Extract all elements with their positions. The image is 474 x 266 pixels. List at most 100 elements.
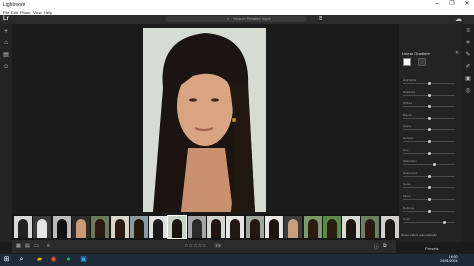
- thumbnail-subject: [76, 219, 86, 238]
- detail-view-icon[interactable]: ▭: [34, 243, 39, 249]
- crop-icon[interactable]: ⌗: [465, 40, 471, 46]
- linear-gradient-icon[interactable]: ▣: [465, 76, 471, 82]
- home-icon[interactable]: ⌂: [3, 40, 9, 46]
- thumbnail-subject: [153, 219, 163, 238]
- filmstrip-thumbnail[interactable]: [342, 216, 360, 238]
- compare-icon[interactable]: ⧉: [383, 243, 387, 249]
- thumbnail-subject: [115, 219, 125, 238]
- people-icon[interactable]: ☺: [3, 64, 9, 70]
- slider-knob[interactable]: [427, 210, 431, 213]
- slider-label: Clarity: [403, 124, 412, 128]
- main-photo[interactable]: [143, 28, 266, 212]
- right-toolbar: ≡ ⌗ ✎ ✐ ▣ ◎: [461, 24, 474, 242]
- filmstrip-thumbnail[interactable]: [265, 216, 283, 238]
- search-placeholder: Search Related Input: [233, 16, 271, 21]
- slider-label: Sharpness: [403, 171, 418, 175]
- thumbnail-subject: [385, 219, 395, 238]
- maximize-button[interactable]: ❐: [447, 1, 457, 8]
- clock-date: 24/01/2024: [440, 259, 458, 263]
- star-rating-icon[interactable]: ☆☆☆☆☆: [184, 243, 206, 249]
- filmstrip-thumbnail[interactable]: [188, 216, 206, 238]
- window-title: Lightroom: [3, 2, 26, 8]
- slider-knob[interactable]: [427, 94, 431, 97]
- filmstrip-thumbnail[interactable]: [361, 216, 379, 238]
- slider-label: Defringe: [403, 206, 415, 210]
- filmstrip-thumbnail[interactable]: [284, 216, 302, 238]
- filmstrip-thumbnail[interactable]: [226, 216, 244, 238]
- search-taskbar-icon[interactable]: ⌕: [17, 255, 26, 264]
- thumbnail-subject: [250, 219, 260, 238]
- file-explorer-icon[interactable]: ▰: [35, 255, 44, 264]
- minimize-button[interactable]: –: [432, 1, 442, 8]
- grid-view-icon[interactable]: ▦: [16, 243, 21, 249]
- thumbnail-subject: [327, 219, 337, 238]
- filmstrip-thumbnail[interactable]: [91, 216, 109, 238]
- radial-gradient-icon[interactable]: ◎: [465, 88, 471, 94]
- sort-icon[interactable]: ≡: [47, 243, 50, 249]
- slider-knob[interactable]: [427, 198, 431, 201]
- thumbnail-subject: [288, 219, 298, 238]
- lightroom-taskbar-icon[interactable]: ▣: [79, 255, 88, 264]
- slider-label: Color: [403, 217, 411, 221]
- slider-knob[interactable]: [427, 140, 431, 143]
- info-icon[interactable]: ⓘ: [374, 243, 379, 250]
- portrait-image: [143, 28, 266, 212]
- square-grid-icon[interactable]: ▤: [25, 243, 30, 249]
- filmstrip-thumbnail[interactable]: [72, 216, 90, 238]
- filmstrip-thumbnail[interactable]: [207, 216, 225, 238]
- window-title-bar: Lightroom – ❐ ✕: [0, 0, 474, 9]
- spotify-icon[interactable]: ●: [64, 255, 73, 264]
- filmstrip-thumbnail[interactable]: [149, 216, 167, 238]
- filmstrip-thumbnail[interactable]: [381, 216, 399, 238]
- mask-add-button[interactable]: [403, 58, 411, 66]
- fit-button[interactable]: Fit: [214, 243, 223, 248]
- filmstrip-thumbnail[interactable]: [167, 215, 187, 239]
- search-input[interactable]: ⌕ Search Related Input: [165, 16, 307, 22]
- slider-knob[interactable]: [427, 186, 431, 189]
- panel-title: Linear Gradient: [402, 51, 430, 56]
- slider-label: Dehaze: [403, 136, 414, 140]
- filmstrip-thumbnail[interactable]: [304, 216, 322, 238]
- slider-track[interactable]: [403, 164, 455, 165]
- close-button[interactable]: ✕: [462, 1, 472, 8]
- presets-button[interactable]: Presets: [425, 246, 439, 251]
- slider-knob[interactable]: [432, 163, 436, 166]
- reset-sliders-option[interactable]: Reset sliders automatically: [401, 233, 437, 237]
- thumbnail-subject: [269, 219, 279, 238]
- thumbnail-subject: [346, 219, 356, 238]
- filmstrip-thumbnail[interactable]: [323, 216, 341, 238]
- add-photos-icon[interactable]: +: [3, 29, 9, 35]
- filmstrip-thumbnail[interactable]: [130, 216, 148, 238]
- panel-close-icon[interactable]: ✕: [455, 50, 459, 56]
- filmstrip-thumbnail[interactable]: [53, 216, 71, 238]
- library-icon[interactable]: ▤: [3, 52, 9, 58]
- slider-knob[interactable]: [427, 175, 431, 178]
- thumbnail-subject: [95, 219, 105, 238]
- thumbnail-subject: [172, 219, 182, 238]
- slider-track[interactable]: [403, 222, 455, 223]
- cloud-sync-icon[interactable]: ☁: [455, 15, 462, 23]
- chrome-icon[interactable]: ◉: [49, 255, 58, 264]
- slider-knob[interactable]: [427, 117, 431, 120]
- mask-subtract-button[interactable]: [418, 58, 426, 66]
- slider-label: Highlights: [403, 78, 417, 82]
- filter-icon[interactable]: ⩩: [319, 16, 322, 23]
- healing-brush-icon[interactable]: ✎: [465, 52, 471, 58]
- slider-knob[interactable]: [427, 105, 431, 108]
- thumbnail-subject: [230, 219, 240, 238]
- edit-sliders-icon[interactable]: ≡: [465, 28, 471, 34]
- start-icon[interactable]: ⊞: [2, 255, 11, 264]
- search-icon: ⌕: [227, 16, 230, 21]
- brush-icon[interactable]: ✐: [465, 64, 471, 70]
- filmstrip-thumbnail[interactable]: [33, 216, 51, 238]
- lightroom-logo: Lr: [3, 16, 9, 22]
- slider-knob[interactable]: [427, 128, 431, 131]
- filmstrip-thumbnail[interactable]: [14, 216, 32, 238]
- slider-label: Blacks: [403, 113, 412, 117]
- filmstrip-thumbnail[interactable]: [246, 216, 264, 238]
- slider-knob[interactable]: [427, 82, 431, 85]
- slider-knob[interactable]: [427, 152, 431, 155]
- slider-label: Moire: [403, 194, 411, 198]
- filmstrip-thumbnail[interactable]: [111, 216, 129, 238]
- slider-label: Shadows: [403, 90, 416, 94]
